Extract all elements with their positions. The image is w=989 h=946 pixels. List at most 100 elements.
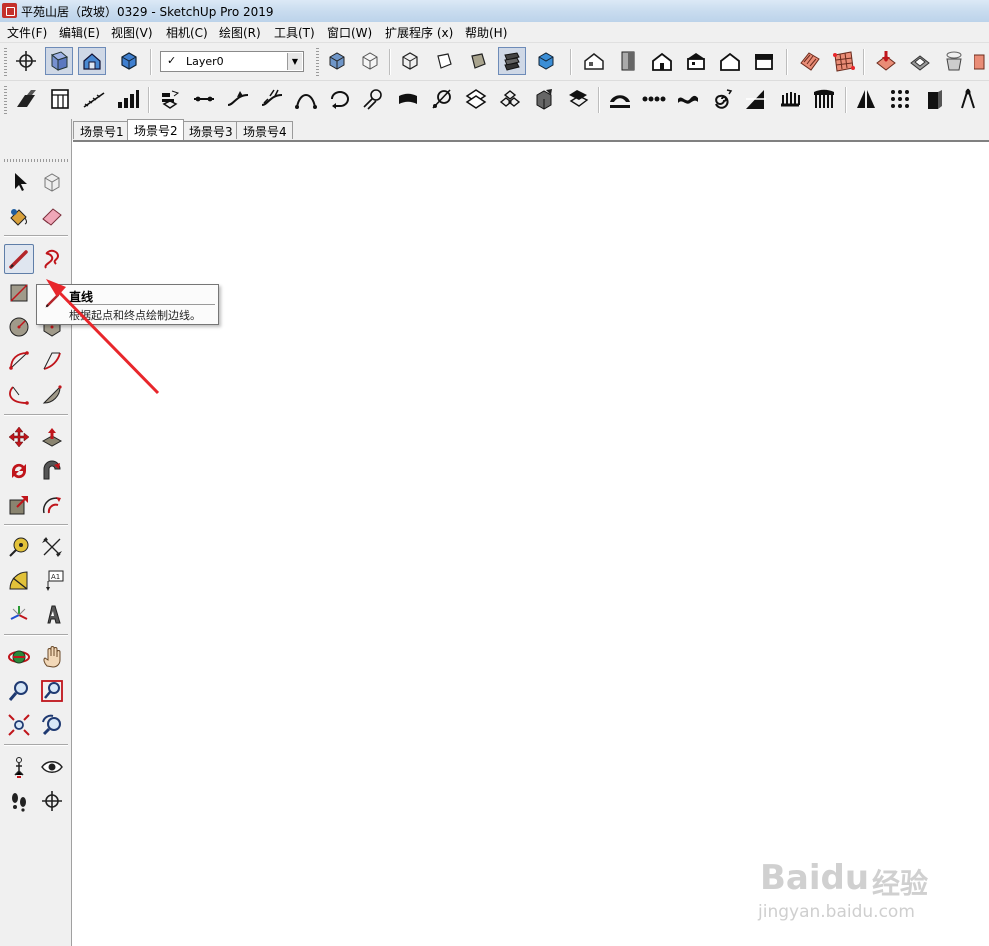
follow-me-icon[interactable] xyxy=(37,456,67,486)
freehand-tool-icon[interactable] xyxy=(37,244,67,274)
look-around-eye-icon[interactable] xyxy=(37,752,67,782)
axes-tool-icon[interactable] xyxy=(4,600,34,630)
split-curve-icon[interactable] xyxy=(224,85,252,113)
tab-scene-4[interactable]: 场景号4 xyxy=(236,121,293,139)
previous-view-icon[interactable] xyxy=(37,710,67,740)
tab-scene-2[interactable]: 场景号2 xyxy=(127,119,184,140)
wireframe-style-icon[interactable] xyxy=(396,47,424,75)
pushpull-box-icon[interactable] xyxy=(530,85,558,113)
right-view-icon[interactable] xyxy=(682,47,710,75)
line-dots-icon[interactable] xyxy=(190,85,218,113)
dot-grid-icon[interactable] xyxy=(886,85,914,113)
position-camera-icon[interactable] xyxy=(4,752,34,782)
iso-view-icon[interactable] xyxy=(580,47,608,75)
array-tool-icon[interactable] xyxy=(156,85,184,113)
zoom-extents-icon[interactable] xyxy=(4,710,34,740)
dimension-tool-icon[interactable] xyxy=(37,532,67,562)
hidden-line-style-icon[interactable] xyxy=(430,47,458,75)
shaded-textures-style-icon[interactable] xyxy=(498,47,526,75)
push-pull-icon[interactable] xyxy=(37,422,67,452)
window-frame-icon[interactable] xyxy=(46,85,74,113)
spiral-icon[interactable] xyxy=(708,85,736,113)
menu-tools[interactable]: 工具(T) xyxy=(274,24,315,41)
orbit-tool-icon[interactable] xyxy=(4,642,34,672)
shaded-style-icon[interactable] xyxy=(464,47,492,75)
layer-dropdown[interactable]: ✓ Layer0 ▼ xyxy=(160,51,304,72)
smoove-icon[interactable] xyxy=(872,47,900,75)
solid-panel-icon[interactable] xyxy=(920,85,948,113)
component-box-icon[interactable] xyxy=(115,47,143,75)
slice-triangle-icon[interactable] xyxy=(742,85,770,113)
3d-text-icon[interactable] xyxy=(37,600,67,630)
text-label-icon[interactable]: A1 xyxy=(37,566,67,596)
compass-pen-icon[interactable] xyxy=(954,85,982,113)
toolbar-grip[interactable] xyxy=(4,48,7,76)
toolbar-grip[interactable] xyxy=(316,48,319,76)
xray-toggle-icon[interactable] xyxy=(45,47,73,75)
pie-tool-icon[interactable] xyxy=(37,380,67,410)
sandbox-contours-icon[interactable] xyxy=(796,47,824,75)
zoom-window-icon[interactable] xyxy=(37,676,67,706)
pan-hand-icon[interactable] xyxy=(37,642,67,672)
paint-bucket-icon[interactable] xyxy=(4,201,34,231)
zoom-tool-icon[interactable] xyxy=(4,676,34,706)
toolbar-grip[interactable] xyxy=(4,86,7,114)
comb-lines-icon[interactable] xyxy=(776,85,804,113)
offset-tool-icon[interactable] xyxy=(37,490,67,520)
select-tool-icon[interactable] xyxy=(4,167,34,197)
toolbar-grip[interactable] xyxy=(4,159,68,162)
rotate-tool-icon[interactable] xyxy=(4,456,34,486)
back-view-icon[interactable] xyxy=(716,47,744,75)
bezier-curve-icon[interactable] xyxy=(292,85,320,113)
rectangle-tool-icon[interactable] xyxy=(4,278,34,308)
top-view-icon[interactable] xyxy=(614,47,642,75)
add-detail-icon[interactable] xyxy=(972,47,989,75)
chevron-down-icon[interactable]: ▼ xyxy=(287,53,302,70)
chain-dots-icon[interactable] xyxy=(640,85,668,113)
drawing-canvas[interactable] xyxy=(73,140,989,946)
monochrome-style-icon[interactable] xyxy=(532,47,560,75)
menu-draw[interactable]: 绘图(R) xyxy=(219,24,261,41)
fillet-tool-icon[interactable] xyxy=(360,85,388,113)
tape-measure-icon[interactable] xyxy=(4,532,34,562)
left-view-icon[interactable] xyxy=(750,47,778,75)
make-component-icon[interactable] xyxy=(37,167,67,197)
menu-view[interactable]: 视图(V) xyxy=(111,24,153,41)
extrude-surface-icon[interactable] xyxy=(394,85,422,113)
three-point-arc-icon[interactable] xyxy=(4,380,34,410)
curve-loop-icon[interactable] xyxy=(326,85,354,113)
line-tool-icon[interactable] xyxy=(4,244,34,274)
move-tool-icon[interactable] xyxy=(4,422,34,452)
sandbox-scratch-icon[interactable] xyxy=(830,47,858,75)
menu-file[interactable]: 文件(F) xyxy=(7,24,47,41)
protractor-icon[interactable] xyxy=(4,566,34,596)
xray-box-icon[interactable] xyxy=(356,47,384,75)
eraser-tool-icon[interactable] xyxy=(37,201,67,231)
menu-camera[interactable]: 相机(C) xyxy=(166,24,208,41)
menu-window[interactable]: 窗口(W) xyxy=(327,24,372,41)
menu-extensions[interactable]: 扩展程序 (x) xyxy=(385,24,453,41)
component-house-icon[interactable] xyxy=(78,47,106,75)
grid-diamond-icon[interactable] xyxy=(462,85,490,113)
stamp-icon[interactable] xyxy=(906,47,934,75)
weld-edges-icon[interactable] xyxy=(258,85,286,113)
orbit-target-icon[interactable] xyxy=(12,47,40,75)
stair-ramp-icon[interactable] xyxy=(12,85,40,113)
wave-surface-icon[interactable] xyxy=(674,85,702,113)
circle-tool-icon[interactable] xyxy=(4,312,34,342)
arch-icon[interactable] xyxy=(606,85,634,113)
shaded-box-icon[interactable] xyxy=(323,47,351,75)
tab-scene-3[interactable]: 场景号3 xyxy=(182,121,239,139)
tab-scene-1[interactable]: 场景号1 xyxy=(73,121,130,139)
arc-tool-icon[interactable] xyxy=(4,346,34,376)
front-view-icon[interactable] xyxy=(648,47,676,75)
section-plane-icon[interactable] xyxy=(37,786,67,816)
drape-icon[interactable] xyxy=(940,47,968,75)
walk-footprints-icon[interactable] xyxy=(4,786,34,816)
two-point-arc-icon[interactable] xyxy=(37,346,67,376)
sketchup-app-icon[interactable] xyxy=(2,3,17,18)
menu-help[interactable]: 帮助(H) xyxy=(465,24,507,41)
straight-stair-icon[interactable] xyxy=(80,85,108,113)
column-row-icon[interactable] xyxy=(810,85,838,113)
split-diamond-icon[interactable] xyxy=(496,85,524,113)
